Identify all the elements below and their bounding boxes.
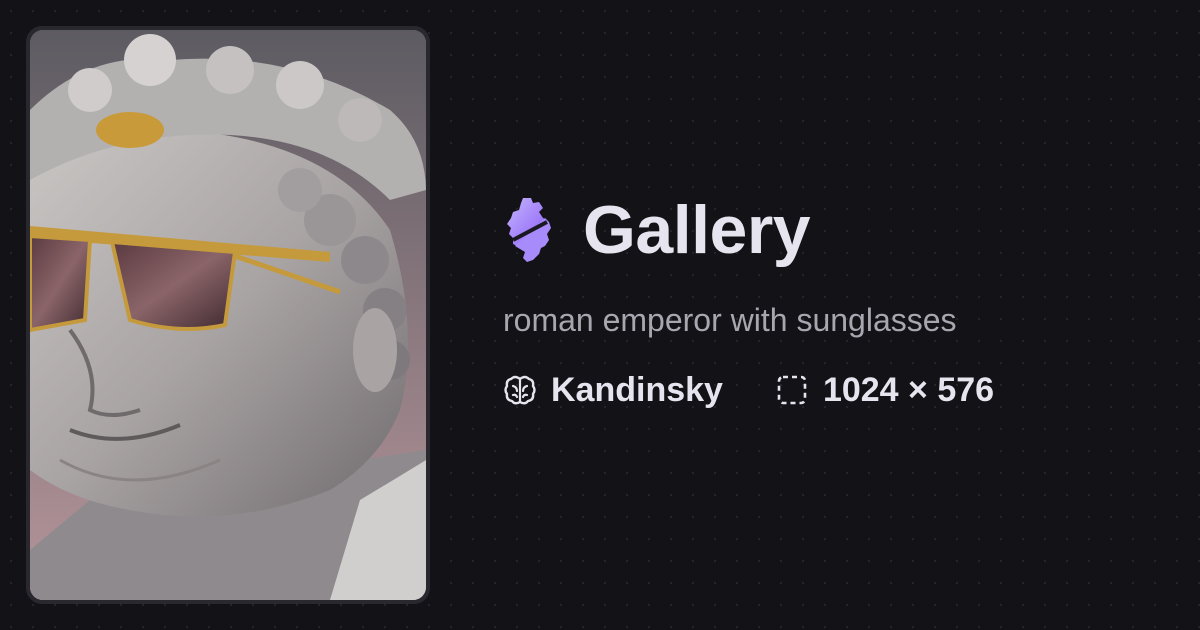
- model-info: Kandinsky: [503, 370, 723, 410]
- gear-s-logo-icon: [503, 194, 555, 266]
- image-dimensions: 1024 × 576: [822, 371, 995, 409]
- brain-icon: [504, 375, 536, 405]
- image-meta: Kandinsky 1024 × 576: [503, 370, 994, 410]
- page-title: Gallery: [583, 192, 811, 268]
- title-row: Gallery: [503, 190, 994, 270]
- prompt-text: roman emperor with sunglasses: [503, 302, 957, 338]
- statue-image: [30, 30, 426, 600]
- image-card[interactable]: [26, 26, 430, 604]
- generated-image: [30, 30, 426, 600]
- model-name: Kandinsky: [551, 371, 723, 409]
- info-panel: Gallery roman emperor with sunglasses Ka…: [503, 190, 994, 410]
- size-info: 1024 × 576: [775, 370, 994, 410]
- dashed-frame-icon: [777, 375, 807, 405]
